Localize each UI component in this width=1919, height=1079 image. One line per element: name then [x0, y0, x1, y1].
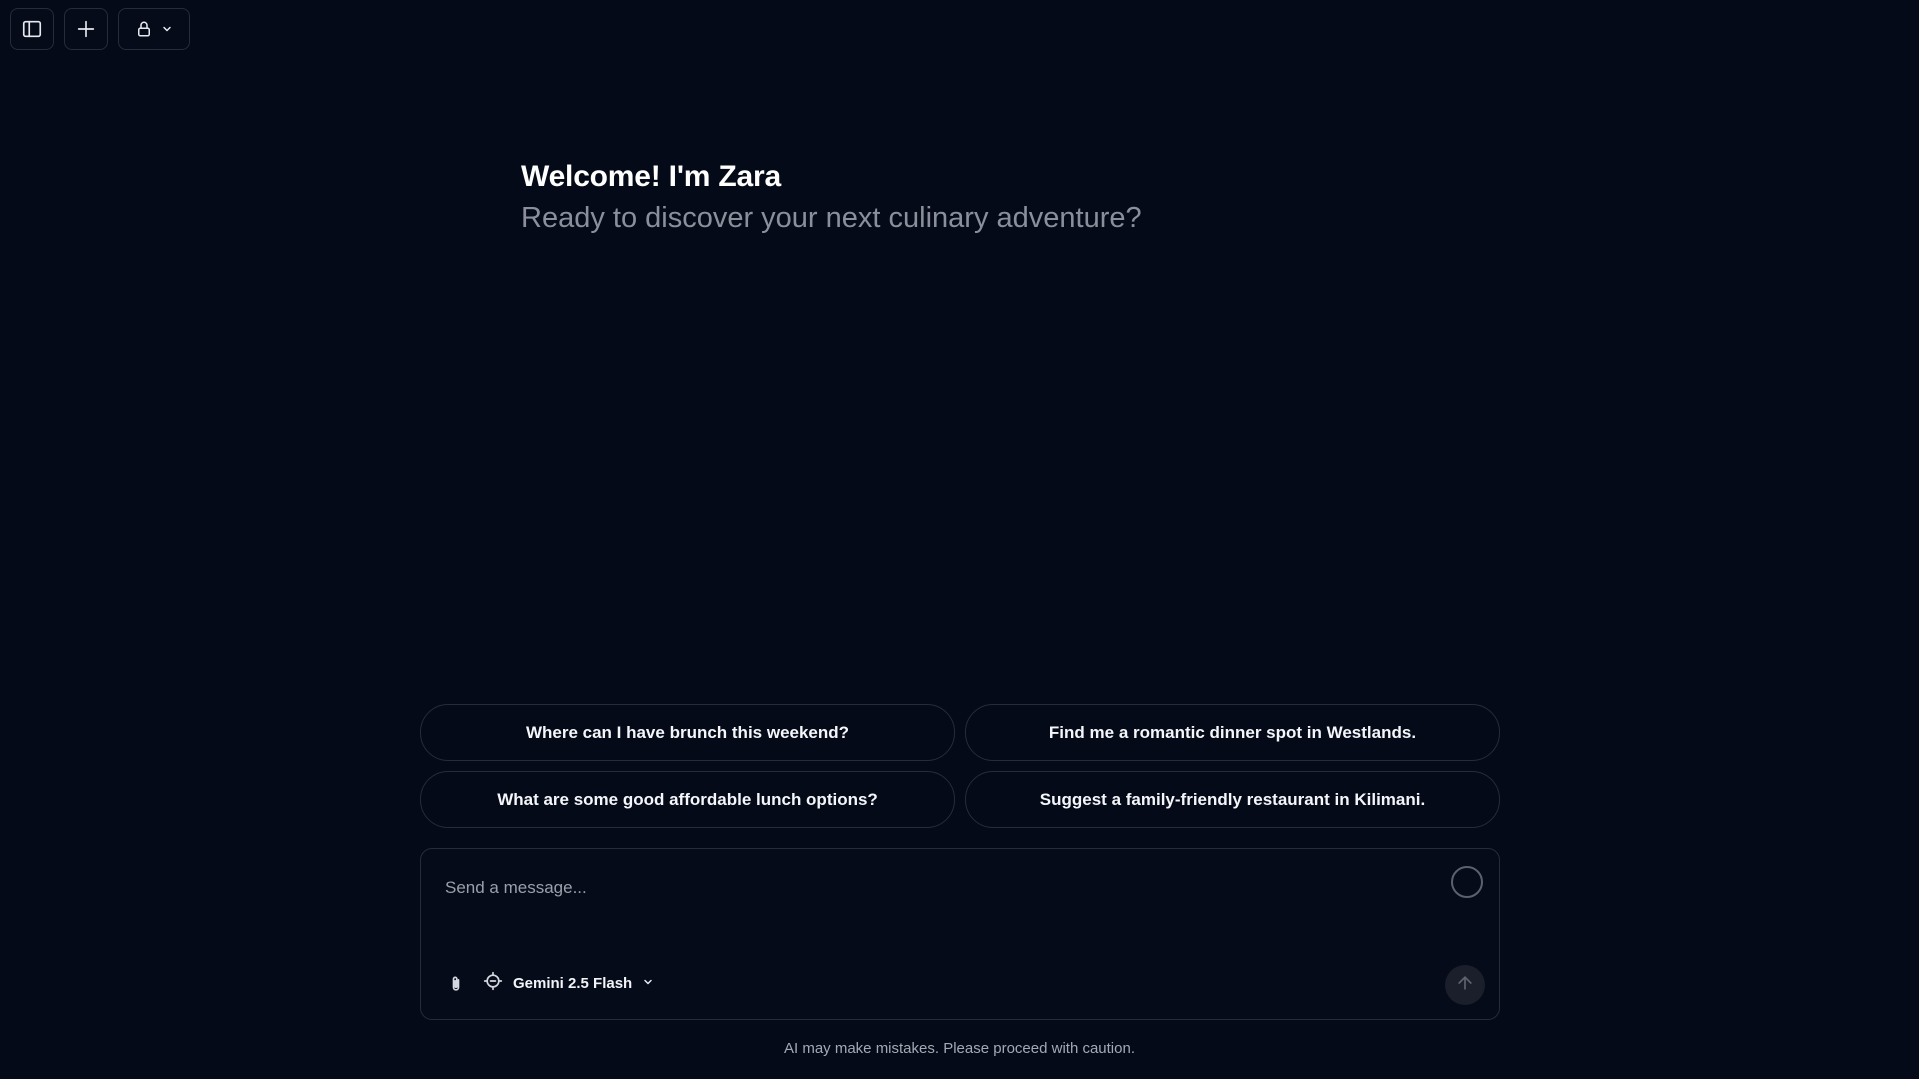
suggestion-romantic-dinner[interactable]: Find me a romantic dinner spot in Westla…	[965, 704, 1500, 761]
greeting-title: Welcome! I'm Zara	[521, 160, 781, 193]
message-composer: Gemini 2.5 Flash	[420, 848, 1500, 1020]
sidebar-toggle-icon	[21, 18, 43, 40]
loading-ring-icon	[1451, 866, 1483, 898]
plus-icon	[75, 18, 97, 40]
send-button[interactable]	[1445, 965, 1485, 1005]
suggested-prompts: Where can I have brunch this weekend? Fi…	[420, 704, 1500, 828]
suggestion-family-restaurant[interactable]: Suggest a family-friendly restaurant in …	[965, 771, 1500, 828]
arrow-up-icon	[1455, 973, 1475, 998]
attach-button[interactable]	[445, 973, 467, 995]
disclaimer: AI may make mistakes. Please proceed wit…	[784, 1040, 1135, 1057]
message-input[interactable]	[445, 873, 1405, 903]
model-selector[interactable]: Gemini 2.5 Flash	[483, 971, 654, 996]
top-toolbar	[10, 8, 190, 50]
chevron-down-icon	[642, 975, 654, 993]
paperclip-icon	[452, 976, 460, 991]
suggestion-brunch[interactable]: Where can I have brunch this weekend?	[420, 704, 955, 761]
sidebar-toggle-button[interactable]	[10, 8, 54, 50]
composer-actions: Gemini 2.5 Flash	[445, 971, 654, 996]
model-label: Gemini 2.5 Flash	[513, 975, 633, 992]
new-chat-button[interactable]	[64, 8, 108, 50]
lock-icon	[135, 19, 153, 39]
model-icon	[483, 971, 503, 996]
visibility-selector-button[interactable]	[118, 8, 190, 50]
greeting-subtitle: Ready to discover your next culinary adv…	[521, 202, 1142, 234]
chevron-down-icon	[161, 23, 173, 35]
chat-app: Welcome! I'm Zara Ready to discover your…	[0, 0, 1919, 1079]
greeting: Welcome! I'm Zara Ready to discover your…	[521, 158, 1142, 239]
suggestion-affordable-lunch[interactable]: What are some good affordable lunch opti…	[420, 771, 955, 828]
